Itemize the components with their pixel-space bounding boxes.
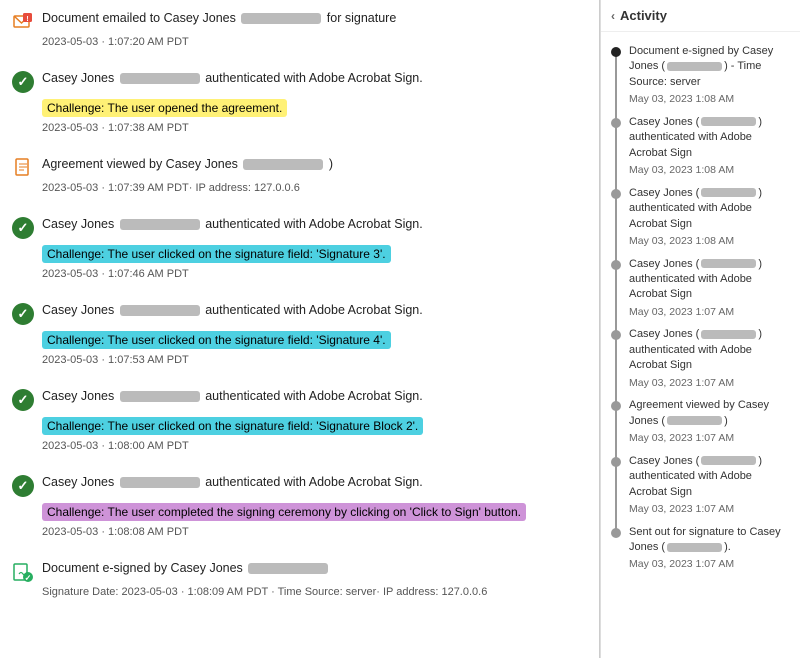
timeline-content: Casey Jones () authenticated with Adobe …	[629, 115, 790, 178]
email-icon: !	[12, 11, 34, 33]
timeline-date: May 03, 2023 1:07 AM	[629, 431, 790, 446]
svg-text:!: !	[26, 16, 28, 23]
activity-timeline: Document e-signed by Casey Jones () - Ti…	[601, 32, 800, 584]
timeline-content: Casey Jones () authenticated with Adobe …	[629, 257, 790, 320]
timeline-dot	[611, 457, 621, 467]
timeline-date: May 03, 2023 1:07 AM	[629, 557, 790, 572]
timeline-line	[615, 124, 617, 190]
timeline-line	[615, 336, 617, 402]
timeline-item: Document e-signed by Casey Jones () - Ti…	[601, 40, 800, 111]
event-text: Document e-signed by Casey Jones	[42, 560, 587, 578]
timeline-date: May 03, 2023 1:08 AM	[629, 163, 790, 178]
timeline-content: Sent out for signature to Casey Jones ()…	[629, 525, 790, 572]
timeline-item: Casey Jones () authenticated with Adobe …	[601, 450, 800, 521]
event-item: ✓ Casey Jones authenticated with Adobe A…	[12, 474, 587, 548]
check-icon: ✓	[12, 217, 34, 239]
challenge-badge: Challenge: The user clicked on the signa…	[42, 245, 391, 263]
timeline-item: Agreement viewed by Casey Jones () May 0…	[601, 394, 800, 449]
event-item: ✓ Document e-signed by Casey Jones Signa…	[12, 560, 587, 608]
check-icon: ✓	[12, 71, 34, 93]
event-timestamp: 2023-05-03 · 1:07:20 AM PDT	[42, 36, 587, 48]
event-timestamp: 2023-05-03 · 1:07:46 AM PDT	[42, 268, 587, 280]
left-panel: ! Document emailed to Casey Jones for si…	[0, 0, 600, 658]
challenge-badge: Challenge: The user opened the agreement…	[42, 99, 287, 117]
doc-icon	[12, 157, 34, 179]
challenge-badge: Challenge: The user clicked on the signa…	[42, 417, 423, 435]
event-item: ✓ Casey Jones authenticated with Adobe A…	[12, 302, 587, 376]
activity-title: Activity	[620, 8, 667, 23]
event-timestamp: 2023-05-03 · 1:07:39 AM PDT· IP address:…	[42, 182, 587, 194]
event-text: Agreement viewed by Casey Jones )	[42, 156, 587, 174]
timeline-dot	[611, 330, 621, 340]
event-text: Casey Jones authenticated with Adobe Acr…	[42, 474, 587, 492]
timeline-dot	[611, 47, 621, 57]
check-icon: ✓	[12, 389, 34, 411]
event-timestamp: 2023-05-03 · 1:08:08 AM PDT	[42, 526, 587, 538]
activity-header: ‹ Activity	[601, 0, 800, 32]
timeline-content: Agreement viewed by Casey Jones () May 0…	[629, 398, 790, 445]
event-timestamp: 2023-05-03 · 1:07:38 AM PDT	[42, 122, 587, 134]
timeline-line	[615, 463, 617, 529]
timeline-line	[615, 266, 617, 332]
timeline-line	[615, 53, 617, 119]
timeline-content: Casey Jones () authenticated with Adobe …	[629, 327, 790, 390]
event-text: Casey Jones authenticated with Adobe Acr…	[42, 302, 587, 320]
timeline-dot	[611, 118, 621, 128]
check-icon: ✓	[12, 475, 34, 497]
challenge-badge: Challenge: The user completed the signin…	[42, 503, 526, 521]
event-text: Casey Jones authenticated with Adobe Acr…	[42, 70, 587, 88]
timeline-item: Sent out for signature to Casey Jones ()…	[601, 521, 800, 576]
timeline-date: May 03, 2023 1:07 AM	[629, 305, 790, 320]
timeline-date: May 03, 2023 1:07 AM	[629, 502, 790, 517]
timeline-item: Casey Jones () authenticated with Adobe …	[601, 111, 800, 182]
timeline-content: Casey Jones () authenticated with Adobe …	[629, 454, 790, 517]
timeline-dot	[611, 401, 621, 411]
timeline-dot	[611, 260, 621, 270]
timeline-content: Document e-signed by Casey Jones () - Ti…	[629, 44, 790, 107]
timeline-dot	[611, 528, 621, 538]
event-text: Casey Jones authenticated with Adobe Acr…	[42, 388, 587, 406]
event-timestamp: 2023-05-03 · 1:08:00 AM PDT	[42, 440, 587, 452]
timeline-line	[615, 195, 617, 261]
event-text: Casey Jones authenticated with Adobe Acr…	[42, 216, 587, 234]
event-item: Agreement viewed by Casey Jones ) 2023-0…	[12, 156, 587, 204]
check-icon: ✓	[12, 303, 34, 325]
timeline-date: May 03, 2023 1:08 AM	[629, 92, 790, 107]
event-text: Document emailed to Casey Jones for sign…	[42, 10, 587, 28]
svg-text:✓: ✓	[25, 574, 32, 583]
event-timestamp: Signature Date: 2023-05-03 · 1:08:09 AM …	[42, 586, 587, 598]
event-timestamp: 2023-05-03 · 1:07:53 AM PDT	[42, 354, 587, 366]
timeline-date: May 03, 2023 1:07 AM	[629, 376, 790, 391]
right-panel: ‹ Activity Document e-signed by Casey Jo…	[600, 0, 800, 658]
event-item: ✓ Casey Jones authenticated with Adobe A…	[12, 70, 587, 144]
timeline-item: Casey Jones () authenticated with Adobe …	[601, 323, 800, 394]
esign-icon: ✓	[12, 561, 34, 583]
event-item: ! Document emailed to Casey Jones for si…	[12, 10, 587, 58]
event-item: ✓ Casey Jones authenticated with Adobe A…	[12, 216, 587, 290]
timeline-dot	[611, 189, 621, 199]
timeline-item: Casey Jones () authenticated with Adobe …	[601, 182, 800, 253]
event-item: ✓ Casey Jones authenticated with Adobe A…	[12, 388, 587, 462]
challenge-badge: Challenge: The user clicked on the signa…	[42, 331, 391, 349]
chevron-left-icon[interactable]: ‹	[611, 9, 615, 23]
timeline-content: Casey Jones () authenticated with Adobe …	[629, 186, 790, 249]
timeline-item: Casey Jones () authenticated with Adobe …	[601, 253, 800, 324]
timeline-date: May 03, 2023 1:08 AM	[629, 234, 790, 249]
